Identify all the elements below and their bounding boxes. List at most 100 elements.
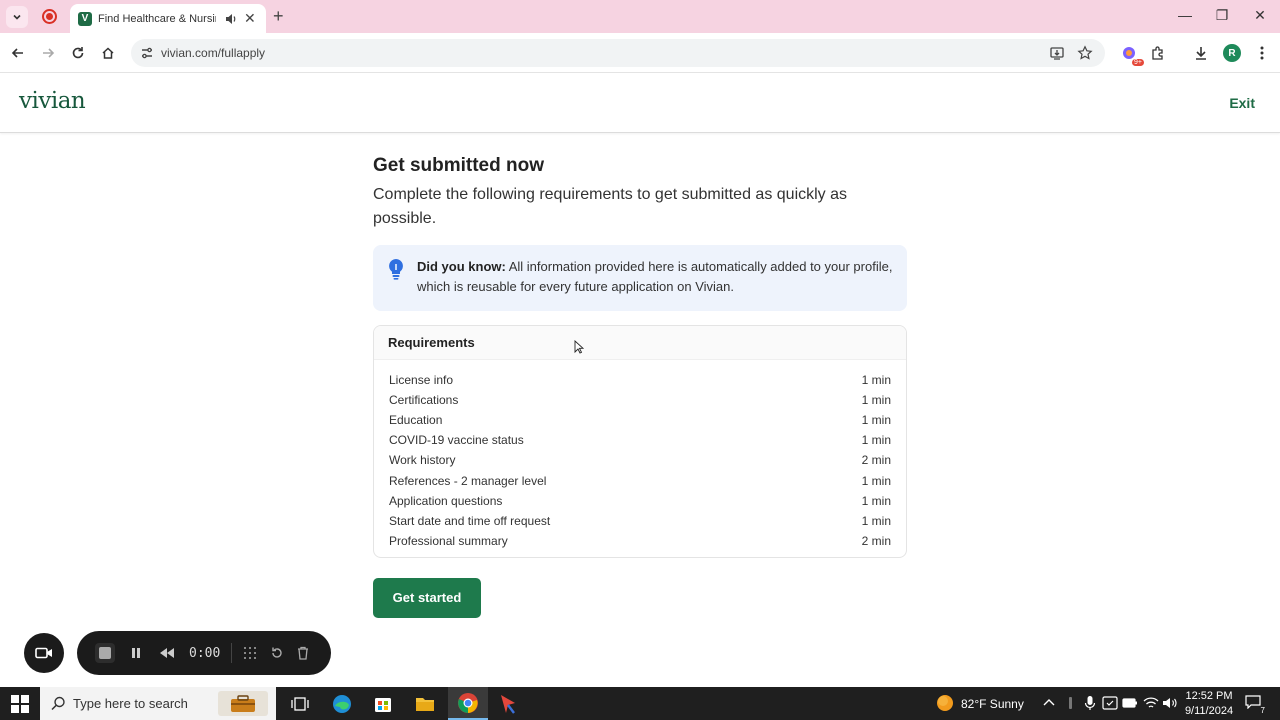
list-item: Work history 2 min: [389, 450, 891, 470]
requirements-heading: Requirements: [374, 326, 906, 360]
file-explorer-app[interactable]: [413, 692, 437, 716]
recorder-app-icon: [501, 695, 515, 714]
drawing-tool-button[interactable]: [243, 644, 257, 662]
pause-button[interactable]: [130, 644, 142, 662]
address-bar[interactable]: vivian.com/fullapply: [131, 39, 1105, 67]
mouse-cursor-icon: [574, 340, 584, 354]
recording-indicator-icon: [42, 9, 57, 24]
rewind-button[interactable]: [159, 644, 175, 662]
list-item: Application questions 1 min: [389, 491, 891, 511]
requirement-time: 2 min: [861, 453, 891, 468]
list-item: License info 1 min: [389, 370, 891, 390]
requirement-label: Application questions: [389, 493, 503, 508]
show-hidden-icons-icon[interactable]: [1043, 698, 1055, 706]
taskbar-search-placeholder: Type here to search: [73, 696, 188, 711]
search-icon: [51, 696, 65, 711]
speaker-icon[interactable]: [224, 12, 238, 26]
did-you-know-callout: Did you know: All information provided h…: [373, 245, 907, 311]
back-button[interactable]: [7, 42, 29, 64]
recorder-app[interactable]: [496, 692, 520, 716]
home-button[interactable]: [97, 42, 119, 64]
task-view-icon: [291, 697, 309, 711]
recorder-controls: 0:00: [77, 631, 331, 675]
notification-icon: [1245, 695, 1261, 710]
tab-close-icon[interactable]: ✕: [244, 10, 256, 27]
browser-toolbar: vivian.com/fullapply 9+ R: [0, 33, 1280, 73]
close-window-icon[interactable]: ✕: [1250, 7, 1270, 24]
get-started-button[interactable]: Get started: [373, 577, 481, 618]
list-item: Start date and time off request 1 min: [389, 511, 891, 531]
home-icon: [102, 47, 114, 59]
battery-icon[interactable]: [1122, 697, 1138, 709]
requirement-time: 1 min: [861, 373, 891, 388]
requirement-label: License info: [389, 373, 454, 388]
download-icon: [1196, 47, 1206, 60]
requirement-label: COVID-19 vaccine status: [389, 433, 524, 448]
folder-icon: [416, 698, 434, 711]
requirement-time: 1 min: [861, 473, 891, 488]
notifications-button[interactable]: 7: [1245, 695, 1267, 715]
forward-button[interactable]: [37, 42, 59, 64]
list-item: COVID-19 vaccine status 1 min: [389, 430, 891, 450]
requirement-time: 1 min: [861, 413, 891, 428]
arrow-right-icon: [43, 48, 55, 58]
chrome-icon: [458, 693, 478, 713]
trash-icon: [298, 646, 308, 660]
chrome-app-active[interactable]: [448, 687, 488, 720]
site-header: vivian Exit: [0, 73, 1280, 133]
exit-link[interactable]: Exit: [1229, 95, 1255, 111]
restart-button[interactable]: [270, 644, 284, 662]
main-content: Get submitted now Complete the following…: [373, 155, 907, 618]
tab-title: Find Healthcare & Nursing: [98, 12, 216, 25]
stop-recording-button[interactable]: [95, 643, 115, 663]
restore-icon[interactable]: ❐: [1212, 7, 1232, 24]
task-view-button[interactable]: [288, 692, 312, 716]
new-tab-button[interactable]: +: [273, 6, 284, 27]
recording-timer: 0:00: [189, 645, 221, 661]
chevron-down-icon: [13, 14, 21, 20]
requirements-list: License info 1 min Certifications 1 min Ed…: [374, 360, 906, 557]
lightbulb-icon: [389, 259, 403, 280]
list-item: Education 1 min: [389, 410, 891, 430]
requirements-card: Requirements License info 1 min Certifica…: [373, 325, 907, 558]
weather-text[interactable]: 82°F Sunny: [961, 697, 1024, 711]
tray-divider: [1069, 697, 1072, 709]
kebab-menu-icon: [1260, 46, 1264, 60]
profile-avatar[interactable]: R: [1223, 44, 1241, 62]
install-app-icon[interactable]: [1049, 45, 1065, 61]
requirement-time: 1 min: [861, 493, 891, 508]
notification-count: 7: [1258, 706, 1267, 715]
minimize-icon[interactable]: —: [1175, 7, 1195, 23]
reload-button[interactable]: [67, 42, 89, 64]
extension-button[interactable]: 9+: [1119, 43, 1144, 66]
recorder-camera-button[interactable]: [24, 633, 64, 673]
wifi-icon[interactable]: [1143, 696, 1159, 710]
downloads-button[interactable]: [1191, 43, 1211, 63]
requirement-label: Work history: [389, 453, 456, 468]
bookmark-star-icon[interactable]: [1077, 45, 1093, 61]
requirement-time: 1 min: [861, 393, 891, 408]
windows-start-icon[interactable]: [11, 695, 29, 713]
site-settings-icon[interactable]: [139, 45, 155, 61]
microphone-icon[interactable]: [1084, 695, 1096, 711]
volume-icon[interactable]: [1162, 696, 1178, 710]
tip-bold-label: Did you know:: [417, 259, 506, 274]
extensions-menu-button[interactable]: [1148, 43, 1168, 63]
requirement-time: 1 min: [861, 513, 891, 528]
browser-menu-button[interactable]: [1252, 43, 1272, 63]
extension-badge: 9+: [1132, 59, 1144, 66]
requirement-label: Professional summary: [389, 533, 508, 548]
vivian-logo[interactable]: vivian: [19, 88, 86, 114]
taskbar-clock[interactable]: 12:52 PM 9/11/2024: [1180, 689, 1238, 719]
browser-tab-active[interactable]: V Find Healthcare & Nursing ✕: [70, 4, 266, 33]
clock-time: 12:52 PM: [1185, 690, 1233, 702]
requirement-time: 2 min: [861, 533, 891, 548]
clock-date: 9/11/2024: [1184, 705, 1234, 717]
edge-app[interactable]: [330, 692, 354, 716]
store-app[interactable]: [371, 692, 395, 716]
delete-recording-button[interactable]: [297, 644, 309, 662]
edge-browser-icon: [333, 695, 351, 713]
tab-search-button[interactable]: [6, 6, 28, 28]
taskbar-search-box[interactable]: Type here to search: [40, 687, 276, 720]
meet-now-icon[interactable]: [1102, 696, 1118, 710]
